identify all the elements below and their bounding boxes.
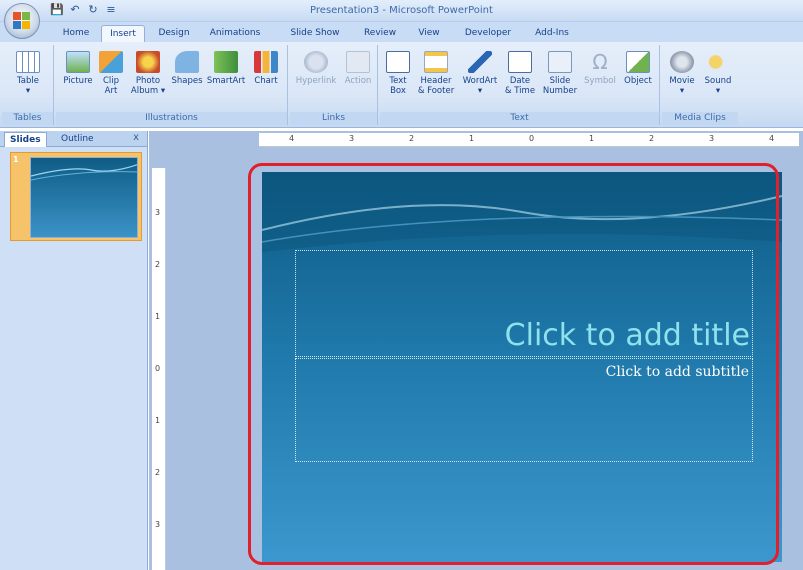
omega-icon: Ω (592, 50, 608, 74)
pane-tabs: Slides Outline x (0, 131, 147, 147)
photo-album-icon (136, 51, 160, 73)
tab-design[interactable]: Design (150, 25, 198, 42)
tab-slides[interactable]: Slides (4, 132, 47, 147)
tab-add-ins[interactable]: Add-Ins (527, 25, 577, 42)
header-footer-button[interactable]: Header & Footer (414, 47, 458, 96)
table-button[interactable]: Table ▾ (8, 47, 48, 96)
movie-button[interactable]: Movie ▾ (664, 47, 700, 96)
slide-number-icon (548, 51, 572, 73)
group-links: Hyperlink Action Links (290, 45, 378, 125)
hyperlink-icon (304, 51, 328, 73)
slide-thumbnail-image (30, 157, 138, 238)
hyperlink-button[interactable]: Hyperlink (292, 47, 340, 86)
shapes-button[interactable]: Shapes (170, 47, 204, 86)
table-icon (16, 51, 40, 73)
sound-button[interactable]: Sound ▾ (700, 47, 736, 96)
smartart-icon (214, 51, 238, 73)
group-label-illustrations: Illustrations (56, 112, 287, 125)
wordart-icon (468, 51, 492, 73)
film-reel-icon (670, 51, 694, 73)
group-label-tables: Tables (2, 112, 53, 125)
group-tables: Table ▾ Tables (2, 45, 54, 125)
horizontal-ruler: 4 3 2 1 0 1 2 3 4 (259, 133, 799, 147)
date-time-button[interactable]: Date & Time (502, 47, 538, 96)
action-button[interactable]: Action (342, 47, 374, 86)
picture-icon (66, 51, 90, 73)
slide-number-label: 1 (13, 155, 19, 164)
clip-art-icon (99, 51, 123, 73)
calendar-icon (508, 51, 532, 73)
group-label-text: Text (380, 112, 659, 125)
vertical-ruler: 3 2 1 0 1 2 3 (152, 168, 166, 570)
group-text: Text Box Header & Footer WordArt ▾ Date … (380, 45, 660, 125)
photo-album-button[interactable]: Photo Album ▾ (128, 47, 168, 96)
picture-button[interactable]: Picture (60, 47, 96, 86)
slide-number-button[interactable]: Slide Number (540, 47, 580, 96)
text-box-button[interactable]: Text Box (384, 47, 412, 96)
window-title: Presentation3 - Microsoft PowerPoint (310, 5, 493, 16)
tab-animations[interactable]: Animations (200, 25, 270, 42)
tab-insert[interactable]: Insert (101, 25, 145, 42)
title-bar: 💾 ↶ ↻ ≡ Presentation3 - Microsoft PowerP… (0, 0, 803, 22)
object-button[interactable]: Object (620, 47, 656, 86)
tab-slide-show[interactable]: Slide Show (283, 25, 347, 42)
slide-thumbnail-1[interactable]: 1 (10, 152, 142, 241)
ribbon: Table ▾ Tables Picture Clip Art Photo Al… (0, 42, 803, 128)
tab-outline[interactable]: Outline (56, 132, 99, 147)
text-box-icon (386, 51, 410, 73)
thumbnail-wave-graphic (31, 164, 137, 181)
tab-home[interactable]: Home (56, 25, 96, 42)
close-pane-icon[interactable]: x (133, 132, 139, 143)
tab-developer[interactable]: Developer (458, 25, 518, 42)
group-label-links: Links (290, 112, 377, 125)
action-icon (346, 51, 370, 73)
group-illustrations: Picture Clip Art Photo Album ▾ Shapes Sm… (56, 45, 288, 125)
tab-view[interactable]: View (410, 25, 448, 42)
wordart-button[interactable]: WordArt ▾ (460, 47, 500, 96)
symbol-button[interactable]: Ω Symbol (582, 47, 618, 86)
group-label-media-clips: Media Clips (662, 112, 738, 125)
smartart-button[interactable]: SmartArt (206, 47, 246, 86)
group-media-clips: Movie ▾ Sound ▾ Media Clips (662, 45, 738, 125)
speaker-icon (706, 51, 730, 73)
object-icon (626, 51, 650, 73)
shapes-icon (175, 51, 199, 73)
ribbon-tabs: Home Insert Design Animations Slide Show… (0, 22, 803, 42)
header-footer-icon (424, 51, 448, 73)
highlight-rectangle (248, 163, 779, 565)
chart-icon (254, 51, 278, 73)
office-button[interactable] (4, 3, 40, 39)
chart-button[interactable]: Chart (248, 47, 284, 86)
tab-review[interactable]: Review (358, 25, 402, 42)
office-logo-icon (13, 12, 31, 30)
clip-art-button[interactable]: Clip Art (96, 47, 126, 96)
